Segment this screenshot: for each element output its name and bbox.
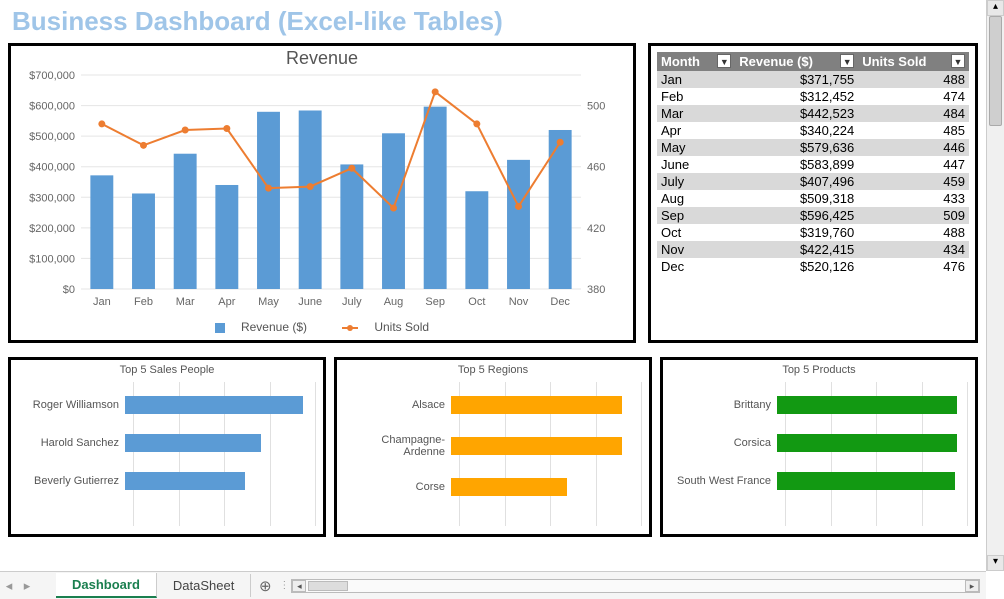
table-row: Sep$596,425509 (657, 207, 969, 224)
bar-Sep (424, 107, 447, 289)
sheet-tab-bar: ◂ ▸ Dashboard DataSheet ⊕ ⋮ ◂ ▸ (0, 571, 986, 599)
bar-Nov (507, 160, 530, 289)
bar-Feb (132, 193, 155, 289)
hbar (777, 434, 957, 452)
hbar-row: Corse (341, 478, 645, 496)
svg-text:July: July (342, 296, 362, 308)
table-header-0[interactable]: Month▼ (657, 52, 735, 71)
hbar (777, 472, 955, 490)
revenue-chart-panel: Revenue $0 $100,000 $200,000 $300,000 $400,0… (8, 43, 636, 343)
vertical-scrollbar[interactable]: ▴ ▾ (986, 0, 1004, 571)
bar-May (257, 112, 280, 289)
mini-chart-title: Top 5 Sales People (15, 364, 319, 376)
svg-text:$700,000: $700,000 (29, 70, 75, 82)
bar-Jan (90, 175, 113, 289)
horizontal-scrollbar[interactable]: ◂ ▸ (291, 579, 980, 593)
svg-text:Feb: Feb (134, 296, 153, 308)
svg-text:$300,000: $300,000 (29, 192, 75, 204)
add-sheet-button[interactable]: ⊕ (251, 577, 279, 595)
table-row: Aug$509,318433 (657, 190, 969, 207)
table-row: Oct$319,760488 (657, 224, 969, 241)
table-row: Dec$520,126476 (657, 258, 969, 275)
hbar-row: Brittany (667, 396, 971, 414)
units-line (102, 92, 560, 208)
hbar-row: Champagne-Ardenne (341, 434, 645, 458)
hbar-row: Beverly Gutierrez (15, 472, 319, 490)
svg-text:$100,000: $100,000 (29, 253, 75, 265)
svg-text:June: June (298, 296, 322, 308)
svg-text:May: May (258, 296, 279, 308)
svg-text:500: 500 (587, 101, 605, 113)
svg-text:$600,000: $600,000 (29, 101, 75, 113)
mini-chart-3: Top 5 Products Brittany Corsica South West … (660, 357, 978, 537)
svg-text:Sep: Sep (425, 296, 445, 308)
hbar-row: Harold Sanchez (15, 434, 319, 452)
tab-dashboard[interactable]: Dashboard (56, 573, 157, 598)
data-table: Month▼Revenue ($)▼Units Sold▼ Jan$371,75… (657, 52, 969, 275)
hbar (125, 396, 303, 414)
table-header-2[interactable]: Units Sold▼ (858, 52, 969, 71)
table-row: June$583,899447 (657, 156, 969, 173)
table-header-1[interactable]: Revenue ($)▼ (735, 52, 858, 71)
revenue-legend: Revenue ($) Units Sold (11, 320, 633, 334)
svg-text:Apr: Apr (218, 296, 235, 308)
svg-text:$0: $0 (63, 284, 75, 296)
hscroll-left[interactable]: ◂ (292, 580, 306, 592)
revenue-chart-title: Revenue (11, 48, 633, 69)
svg-text:Aug: Aug (384, 296, 404, 308)
hscroll-thumb[interactable] (308, 581, 348, 591)
svg-text:Dec: Dec (550, 296, 570, 308)
mini-chart-2: Top 5 Regions Alsace Champagne-Ardenne Cors… (334, 357, 652, 537)
bar-July (340, 164, 363, 289)
page-title: Business Dashboard (Excel-like Tables) (12, 6, 978, 37)
hscroll-right[interactable]: ▸ (965, 580, 979, 592)
table-row: Mar$442,523484 (657, 105, 969, 122)
table-row: Feb$312,452474 (657, 88, 969, 105)
hbar-row: Corsica (667, 434, 971, 452)
tab-nav-prev[interactable]: ◂ (0, 578, 18, 594)
filter-dropdown-icon[interactable]: ▼ (951, 54, 965, 68)
hbar (451, 396, 622, 414)
bar-Oct (465, 191, 488, 289)
bar-Apr (215, 185, 238, 289)
vscroll-thumb[interactable] (989, 16, 1002, 126)
filter-dropdown-icon[interactable]: ▼ (717, 54, 731, 68)
svg-text:Nov: Nov (509, 296, 529, 308)
hbar (451, 478, 567, 496)
svg-text:Oct: Oct (468, 296, 485, 308)
svg-text:$500,000: $500,000 (29, 131, 75, 143)
bar-June (299, 110, 322, 289)
revenue-chart: $0 $100,000 $200,000 $300,000 $400,000 $500,0… (11, 69, 621, 319)
hbar (125, 434, 261, 452)
hbar (125, 472, 245, 490)
mini-chart-title: Top 5 Products (667, 364, 971, 376)
svg-text:420: 420 (587, 223, 605, 235)
svg-text:$400,000: $400,000 (29, 162, 75, 174)
hbar-row: South West France (667, 472, 971, 490)
hbar-row: Alsace (341, 396, 645, 414)
svg-text:380: 380 (587, 284, 605, 296)
table-row: Nov$422,415434 (657, 241, 969, 258)
filter-dropdown-icon[interactable]: ▼ (840, 54, 854, 68)
table-row: May$579,636446 (657, 139, 969, 156)
data-table-panel: Month▼Revenue ($)▼Units Sold▼ Jan$371,75… (648, 43, 978, 343)
scroll-down-button[interactable]: ▾ (987, 555, 1004, 571)
svg-text:$200,000: $200,000 (29, 223, 75, 235)
table-row: July$407,496459 (657, 173, 969, 190)
hbar (451, 437, 622, 455)
mini-chart-title: Top 5 Regions (341, 364, 645, 376)
bar-Mar (174, 154, 197, 289)
svg-text:460: 460 (587, 162, 605, 174)
tab-datasheet[interactable]: DataSheet (157, 574, 251, 597)
svg-text:Jan: Jan (93, 296, 111, 308)
hbar-row: Roger Williamson (15, 396, 319, 414)
mini-chart-1: Top 5 Sales People Roger Williamson Harold… (8, 357, 326, 537)
table-row: Jan$371,755488 (657, 71, 969, 88)
table-row: Apr$340,224485 (657, 122, 969, 139)
hbar (777, 396, 957, 414)
tab-nav-next[interactable]: ▸ (18, 578, 36, 594)
scroll-up-button[interactable]: ▴ (987, 0, 1004, 16)
svg-text:Mar: Mar (176, 296, 195, 308)
